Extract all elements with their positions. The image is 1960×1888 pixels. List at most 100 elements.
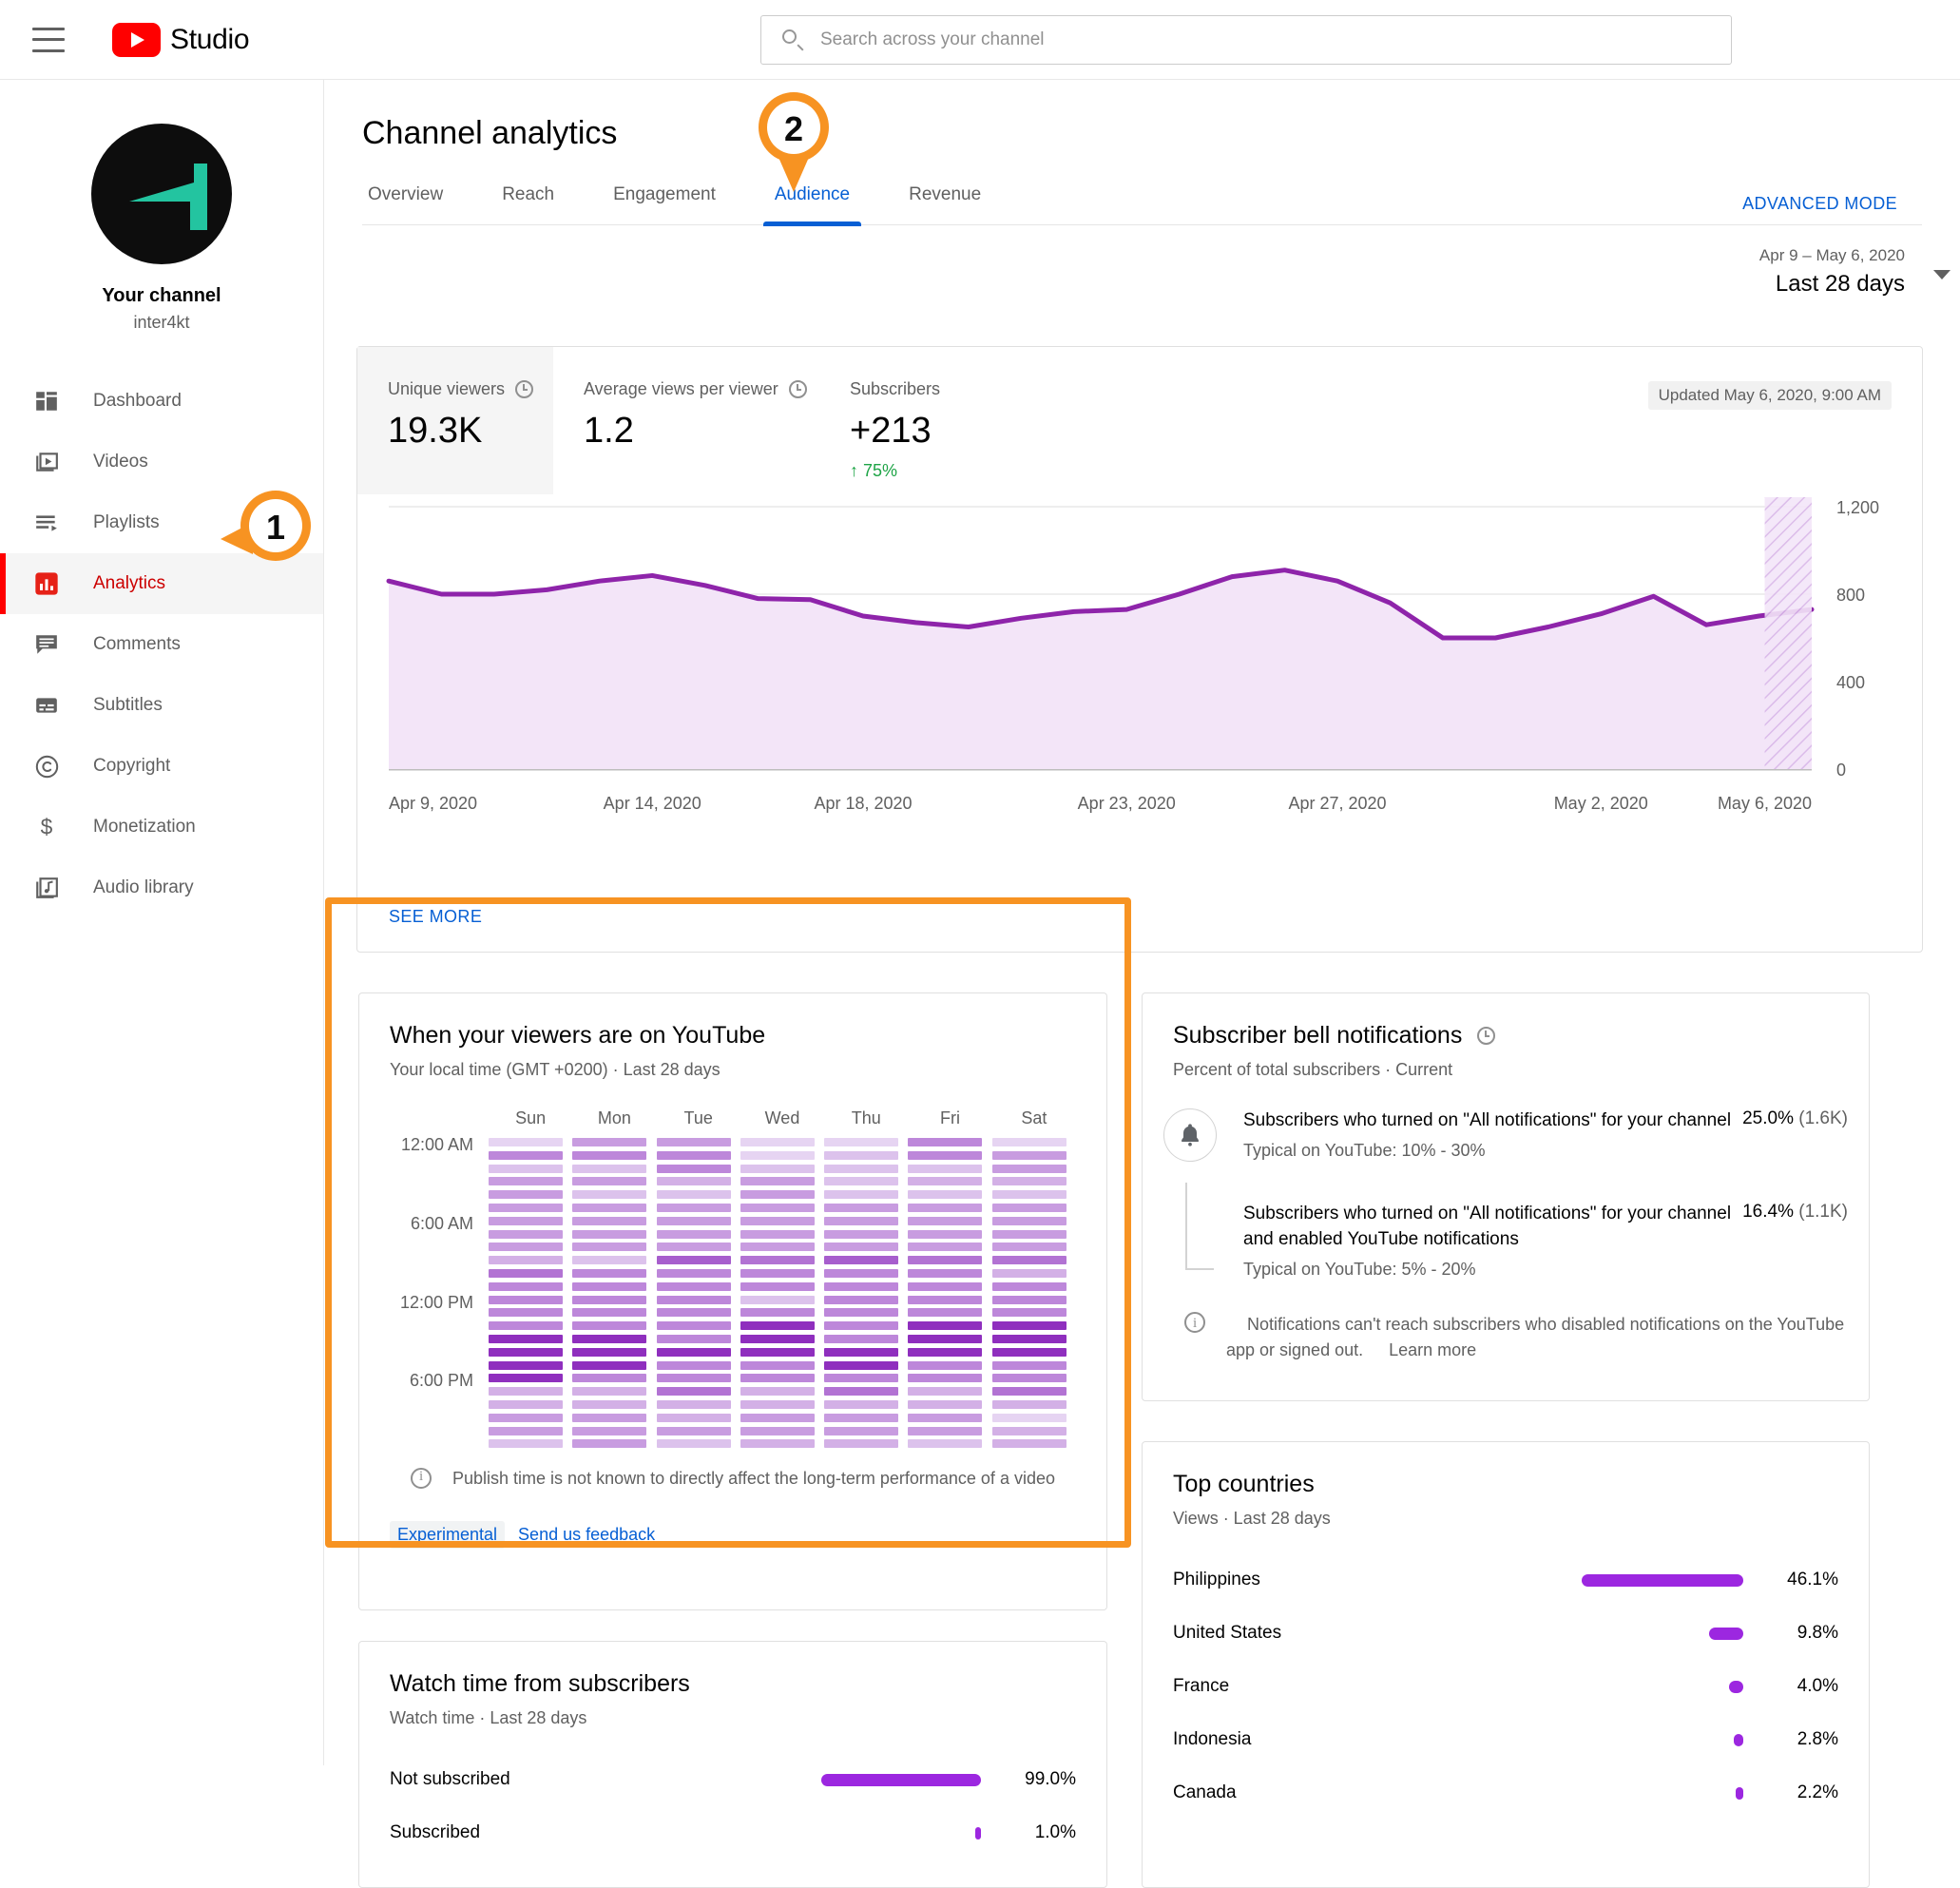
heatmap-cell[interactable]: [991, 1439, 1066, 1449]
heatmap-cell[interactable]: [740, 1321, 815, 1331]
heatmap-cell[interactable]: [489, 1281, 563, 1291]
heatmap-cell[interactable]: [489, 1426, 563, 1435]
heatmap-cell[interactable]: [740, 1268, 815, 1278]
heatmap-cell[interactable]: [991, 1281, 1066, 1291]
area-chart[interactable]: 0 400 800 1,200 Apr 9, 2020 Apr 14, 2020 Apr 1…: [357, 491, 1924, 872]
heatmap-cell[interactable]: [991, 1243, 1066, 1252]
heatmap-cell[interactable]: [824, 1138, 899, 1146]
studio-brand[interactable]: Studio: [112, 22, 250, 57]
heatmap[interactable]: 12:00 AM 6:00 AM 12:00 PM 6:00 PM Sun Mon Tue…: [390, 1108, 1076, 1449]
heatmap-cell[interactable]: [656, 1190, 731, 1200]
heatmap-cell[interactable]: [572, 1150, 647, 1160]
heatmap-cell[interactable]: [908, 1347, 983, 1357]
heatmap-cell[interactable]: [824, 1268, 899, 1278]
heatmap-cell[interactable]: [572, 1360, 647, 1370]
heatmap-cell[interactable]: [824, 1164, 899, 1173]
heatmap-cell[interactable]: [908, 1216, 983, 1225]
heatmap-cell[interactable]: [908, 1281, 983, 1291]
channel-avatar[interactable]: [91, 124, 232, 264]
heatmap-cell[interactable]: [908, 1387, 983, 1397]
heatmap-cell[interactable]: [991, 1268, 1066, 1278]
heatmap-cell[interactable]: [740, 1243, 815, 1252]
heatmap-cell[interactable]: [824, 1387, 899, 1397]
see-more-button[interactable]: SEE MORE: [389, 907, 482, 927]
heatmap-cell[interactable]: [824, 1334, 899, 1343]
heatmap-cell[interactable]: [991, 1360, 1066, 1370]
heatmap-cell[interactable]: [572, 1177, 647, 1186]
heatmap-cell[interactable]: [572, 1387, 647, 1397]
heatmap-cell[interactable]: [824, 1413, 899, 1422]
heatmap-column-wed[interactable]: [740, 1138, 824, 1453]
heatmap-cell[interactable]: [572, 1308, 647, 1318]
heatmap-cell[interactable]: [991, 1216, 1066, 1225]
heatmap-cell[interactable]: [656, 1138, 731, 1146]
heatmap-cell[interactable]: [824, 1374, 899, 1383]
heatmap-cell[interactable]: [489, 1243, 563, 1252]
heatmap-cell[interactable]: [572, 1399, 647, 1409]
heatmap-cell[interactable]: [656, 1150, 731, 1160]
heatmap-cell[interactable]: [656, 1203, 731, 1212]
heatmap-cell[interactable]: [572, 1321, 647, 1331]
heatmap-cell[interactable]: [489, 1229, 563, 1239]
heatmap-cell[interactable]: [991, 1308, 1066, 1318]
sidebar-item-copyright[interactable]: Copyright: [0, 736, 323, 797]
heatmap-column-tue[interactable]: [656, 1138, 740, 1453]
heatmap-cell[interactable]: [656, 1321, 731, 1331]
tab-engagement[interactable]: Engagement: [607, 184, 721, 224]
heatmap-cell[interactable]: [824, 1203, 899, 1212]
heatmap-cell[interactable]: [824, 1150, 899, 1160]
heatmap-cell[interactable]: [656, 1374, 731, 1383]
heatmap-cell[interactable]: [908, 1321, 983, 1331]
heatmap-cell[interactable]: [489, 1164, 563, 1173]
heatmap-cell[interactable]: [656, 1229, 731, 1239]
chevron-down-icon[interactable]: [1933, 270, 1950, 279]
metric-average-views-per-viewer[interactable]: Average views per viewer 1.2: [553, 347, 819, 494]
heatmap-cell[interactable]: [740, 1347, 815, 1357]
heatmap-cell[interactable]: [489, 1203, 563, 1212]
heatmap-cell[interactable]: [908, 1295, 983, 1304]
heatmap-cell[interactable]: [489, 1216, 563, 1225]
hamburger-icon[interactable]: [32, 27, 65, 52]
heatmap-cell[interactable]: [908, 1268, 983, 1278]
heatmap-cell[interactable]: [824, 1439, 899, 1449]
heatmap-cell[interactable]: [489, 1387, 563, 1397]
heatmap-column-mon[interactable]: [572, 1138, 656, 1453]
heatmap-cell[interactable]: [656, 1177, 731, 1186]
heatmap-cell[interactable]: [572, 1413, 647, 1422]
heatmap-cell[interactable]: [824, 1360, 899, 1370]
heatmap-cell[interactable]: [656, 1439, 731, 1449]
heatmap-cell[interactable]: [824, 1256, 899, 1265]
heatmap-cell[interactable]: [824, 1281, 899, 1291]
sidebar-item-subtitles[interactable]: Subtitles: [0, 675, 323, 736]
heatmap-cell[interactable]: [656, 1256, 731, 1265]
heatmap-cell[interactable]: [740, 1203, 815, 1212]
send-feedback-link[interactable]: Send us feedback: [518, 1521, 655, 1549]
heatmap-cell[interactable]: [991, 1399, 1066, 1409]
heatmap-cell[interactable]: [740, 1426, 815, 1435]
heatmap-cell[interactable]: [656, 1413, 731, 1422]
heatmap-cell[interactable]: [991, 1295, 1066, 1304]
heatmap-cell[interactable]: [656, 1426, 731, 1435]
heatmap-cell[interactable]: [489, 1334, 563, 1343]
heatmap-cell[interactable]: [908, 1190, 983, 1200]
heatmap-cell[interactable]: [572, 1203, 647, 1212]
heatmap-cell[interactable]: [908, 1203, 983, 1212]
heatmap-cell[interactable]: [489, 1138, 563, 1146]
heatmap-cell[interactable]: [908, 1164, 983, 1173]
heatmap-cell[interactable]: [489, 1256, 563, 1265]
heatmap-cell[interactable]: [740, 1387, 815, 1397]
heatmap-cell[interactable]: [572, 1347, 647, 1357]
heatmap-cell[interactable]: [991, 1177, 1066, 1186]
heatmap-cell[interactable]: [489, 1308, 563, 1318]
heatmap-column-fri[interactable]: [908, 1138, 991, 1453]
heatmap-cell[interactable]: [991, 1374, 1066, 1383]
heatmap-cell[interactable]: [489, 1413, 563, 1422]
tab-revenue[interactable]: Revenue: [903, 184, 987, 224]
heatmap-cell[interactable]: [824, 1426, 899, 1435]
heatmap-cell[interactable]: [908, 1256, 983, 1265]
heatmap-column-thu[interactable]: [824, 1138, 908, 1453]
heatmap-cell[interactable]: [656, 1164, 731, 1173]
heatmap-cell[interactable]: [991, 1387, 1066, 1397]
heatmap-cell[interactable]: [908, 1426, 983, 1435]
heatmap-cell[interactable]: [740, 1439, 815, 1449]
